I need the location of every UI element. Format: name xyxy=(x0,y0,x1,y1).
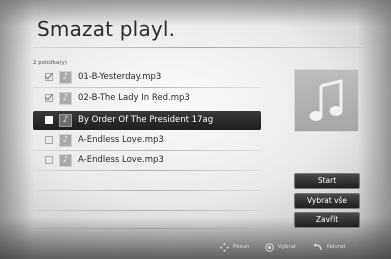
dpad-icon xyxy=(220,242,229,252)
checkbox[interactable] xyxy=(45,116,53,124)
return-arrow-icon xyxy=(313,242,322,250)
music-file-icon: ♪ xyxy=(59,92,72,105)
page-title: Smazat playl. xyxy=(37,17,176,41)
row-divider xyxy=(33,210,261,211)
list-item[interactable]: ♪ 01-B-Yesterday.mp3 xyxy=(33,68,261,87)
list-item[interactable]: ♪ 02-B-The Lady In Red.mp3 xyxy=(33,89,261,108)
music-file-icon: ♪ xyxy=(59,71,72,84)
list-item[interactable]: ♪ A-Endless Love.mp3 xyxy=(33,131,261,150)
list-item-label: 01-B-Yesterday.mp3 xyxy=(78,72,162,82)
list-item-label: By Order Of The President 17ag xyxy=(78,115,214,125)
item-count-label: 2 položka(y) xyxy=(33,60,67,66)
music-file-icon: ♪ xyxy=(59,154,72,167)
row-divider xyxy=(33,190,261,191)
music-note-icon xyxy=(309,78,342,121)
hint-back-label: Návrat xyxy=(327,244,346,250)
checkbox[interactable] xyxy=(45,73,53,81)
checkbox[interactable] xyxy=(45,136,53,144)
checkbox[interactable] xyxy=(45,156,53,164)
start-button[interactable]: Start xyxy=(294,173,360,189)
title-divider xyxy=(33,47,363,48)
row-divider xyxy=(33,228,261,229)
hint-move-label: Posun xyxy=(233,244,250,250)
row-divider xyxy=(33,170,261,171)
list-item-label: 02-B-The Lady In Red.mp3 xyxy=(78,93,190,103)
delete-playlist-screen: Smazat playl. 2 položka(y) ♪ 01-B-Yester… xyxy=(0,0,391,259)
hint-move: Posun xyxy=(220,242,249,252)
select-all-button[interactable]: Vybrat vše xyxy=(294,193,360,209)
checkbox[interactable] xyxy=(45,94,53,102)
music-file-icon: ♪ xyxy=(59,114,72,127)
list-item-label: A-Endless Love.mp3 xyxy=(78,155,164,165)
row-divider xyxy=(33,87,261,88)
hint-select: Vybrat xyxy=(265,242,296,252)
hint-select-label: Vybrat xyxy=(278,244,297,250)
music-file-icon: ♪ xyxy=(59,134,72,147)
ok-button-icon xyxy=(265,242,274,252)
close-button[interactable]: Zavřít xyxy=(294,212,360,228)
preview-thumbnail xyxy=(294,69,359,132)
list-item-selected[interactable]: ♪ By Order Of The President 17ag xyxy=(33,111,261,130)
list-item[interactable]: ♪ A-Endless Love.mp3 xyxy=(33,151,261,170)
list-item-label: A-Endless Love.mp3 xyxy=(78,135,164,145)
hint-back: Návrat xyxy=(313,242,346,252)
